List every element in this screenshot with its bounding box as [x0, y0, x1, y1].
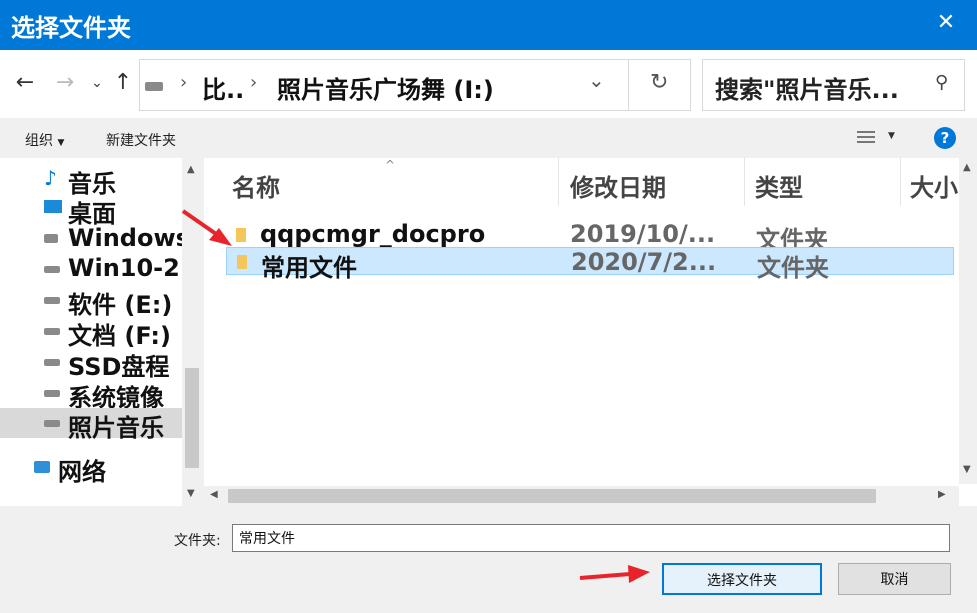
back-icon[interactable]: ← — [13, 66, 37, 100]
nav-item-drive[interactable]: Win10-2 — [0, 254, 182, 284]
nav-item-label: SSD盘程 — [68, 353, 170, 381]
organize-button[interactable]: 组织 ▼ — [25, 130, 64, 150]
column-header-name[interactable]: 名称 — [232, 168, 280, 203]
nav-item-windows[interactable]: Windows — [0, 224, 182, 254]
new-folder-button[interactable]: 新建文件夹 — [106, 130, 176, 150]
drive-icon — [44, 420, 60, 427]
drive-icon — [44, 266, 60, 273]
nav-item-label: 文档 (F:) — [68, 322, 171, 350]
table-row-selected[interactable]: 常用文件 2020/7/2... 文件夹 — [226, 247, 954, 282]
file-type: 文件夹 — [757, 254, 829, 282]
divider — [744, 158, 745, 206]
nav-item-desktop[interactable]: 桌面 — [0, 194, 182, 228]
file-name: qqpcmgr_docpro — [260, 220, 486, 248]
forward-icon[interactable]: → — [53, 66, 77, 100]
column-header-size[interactable]: 大小 — [910, 168, 958, 203]
nav-item-drive[interactable]: 文档 (F:) — [0, 316, 182, 350]
organize-label: 组织 — [25, 133, 53, 149]
chevron-down-icon: ▼ — [57, 138, 65, 148]
drive-icon — [145, 82, 163, 91]
nav-item-drive[interactable]: SSD盘程 — [0, 347, 182, 381]
scroll-down-icon[interactable]: ▼ — [963, 464, 971, 475]
file-date: 2019/10/... — [570, 220, 716, 248]
nav-item-label: 照片音乐 — [68, 414, 164, 442]
file-list-pane: ^ 名称 修改日期 类型 大小 qqpcmgr_docpro 2019/10/.… — [204, 158, 977, 506]
scrollbar-thumb[interactable] — [185, 368, 199, 468]
nav-item-music[interactable]: ♪ 音乐 — [0, 164, 182, 198]
nav-item-drive-selected[interactable]: 照片音乐 — [0, 408, 182, 442]
file-date: 2020/7/2... — [571, 248, 717, 276]
vertical-scrollbar[interactable]: ▲ ▼ — [959, 158, 977, 484]
scroll-down-icon[interactable]: ▼ — [187, 488, 195, 499]
nav-item-drive[interactable]: 软件 (E:) — [0, 285, 182, 319]
divider — [628, 60, 629, 110]
toolbar: 组织 ▼ 新建文件夹 ▼ ? — [0, 118, 977, 158]
select-folder-button[interactable]: 选择文件夹 — [662, 563, 822, 595]
column-header-date[interactable]: 修改日期 — [570, 168, 666, 203]
address-row: ← → ⌄ ↑ › 比.. › 照片音乐广场舞 (I:) ⌄ ↻ 搜索"照片音乐… — [0, 50, 977, 118]
folder-icon — [236, 228, 246, 242]
refresh-icon[interactable]: ↻ — [650, 70, 668, 95]
folder-icon — [237, 255, 247, 269]
nav-item-network[interactable]: 网络 — [0, 452, 182, 486]
view-options-icon[interactable] — [857, 131, 875, 145]
chevron-down-icon[interactable]: ▼ — [888, 131, 895, 141]
drive-icon — [44, 390, 60, 397]
horizontal-scrollbar[interactable]: ◀ ▶ — [204, 486, 959, 506]
scroll-left-icon[interactable]: ◀ — [210, 489, 218, 500]
desktop-icon — [44, 200, 62, 213]
drive-icon — [44, 297, 60, 304]
folder-name-input[interactable]: 常用文件 — [232, 524, 950, 552]
sort-indicator-icon: ^ — [385, 158, 396, 172]
column-header-type[interactable]: 类型 — [755, 168, 803, 203]
address-dropdown-icon[interactable]: ⌄ — [588, 68, 605, 92]
divider — [900, 158, 901, 206]
breadcrumb-separator-icon: › — [180, 72, 188, 93]
nav-item-label: 软件 (E:) — [68, 291, 173, 319]
table-row[interactable]: qqpcmgr_docpro 2019/10/... 文件夹 — [226, 220, 954, 254]
cancel-button[interactable]: 取消 — [838, 563, 951, 595]
dialog-footer: 文件夹: 常用文件 选择文件夹 取消 — [0, 506, 977, 613]
search-placeholder: 搜索"照片音乐... — [715, 76, 899, 104]
network-icon — [34, 461, 50, 473]
recent-dropdown-icon[interactable]: ⌄ — [85, 66, 109, 100]
folder-label: 文件夹: — [174, 533, 221, 549]
nav-scrollbar[interactable]: ▲ ▼ — [182, 158, 202, 506]
close-icon[interactable]: ✕ — [933, 10, 959, 36]
drive-icon — [44, 328, 60, 335]
up-icon[interactable]: ↑ — [111, 66, 135, 100]
address-bar[interactable]: › 比.. › 照片音乐广场舞 (I:) ⌄ ↻ — [139, 59, 691, 111]
divider — [558, 158, 559, 206]
windows-drive-icon — [44, 234, 58, 243]
navigation-pane: ♪ 音乐 桌面 Windows Win10-2 软件 (E:) 文档 (F:) … — [0, 158, 182, 506]
drive-icon — [44, 359, 60, 366]
breadcrumb-item[interactable]: 照片音乐广场舞 (I:) — [277, 70, 494, 105]
nav-item-label: Win10-2 — [68, 254, 180, 282]
nav-item-label: Windows — [68, 224, 182, 252]
scroll-right-icon[interactable]: ▶ — [938, 489, 946, 500]
scrollbar-thumb[interactable] — [228, 489, 876, 503]
file-name: 常用文件 — [261, 254, 357, 282]
scroll-up-icon[interactable]: ▲ — [187, 164, 195, 175]
scroll-up-icon[interactable]: ▲ — [963, 162, 971, 173]
music-icon: ♪ — [44, 166, 57, 190]
breadcrumb-item[interactable]: 比.. — [202, 70, 244, 105]
search-input[interactable]: 搜索"照片音乐... ⚲ — [702, 59, 965, 111]
window-title: 选择文件夹 — [11, 14, 131, 42]
help-icon[interactable]: ? — [934, 127, 956, 149]
search-icon[interactable]: ⚲ — [935, 72, 948, 93]
title-bar: 选择文件夹 ✕ — [0, 0, 977, 50]
nav-item-label: 网络 — [58, 458, 106, 486]
nav-item-drive[interactable]: 系统镜像 — [0, 378, 182, 412]
breadcrumb-separator-icon: › — [250, 72, 258, 93]
